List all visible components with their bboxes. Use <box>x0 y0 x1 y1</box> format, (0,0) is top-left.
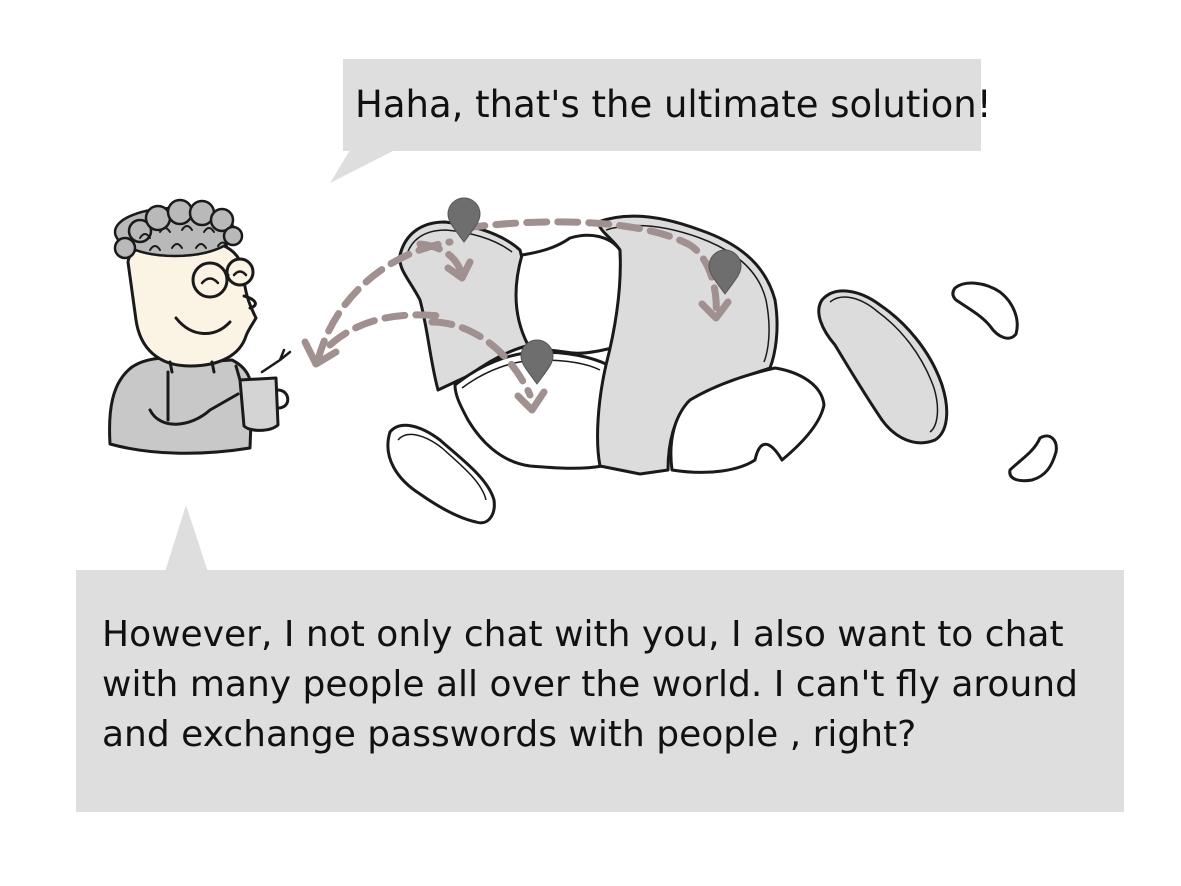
speech-text-line: with many people all over the world. I c… <box>102 664 1078 705</box>
island-south-west <box>386 423 496 525</box>
cup-icon <box>238 376 280 432</box>
top-bubble-tail <box>330 150 395 183</box>
character-body <box>108 356 254 455</box>
island-south-east <box>1008 434 1058 483</box>
bottom-bubble-tail <box>165 505 208 572</box>
island-east-large <box>817 289 949 445</box>
character <box>108 198 292 455</box>
speech-text-line: and exchange passwords with people , rig… <box>102 714 917 755</box>
island-north-east <box>951 281 1019 340</box>
speech-text-top: Haha, that's the ultimate solution! <box>355 83 992 126</box>
speech-text-line: However, I not only chat with you, I als… <box>102 614 1064 655</box>
speech-bubble-top: Haha, that's the ultimate solution! <box>343 59 992 151</box>
continent-north-central <box>514 233 623 355</box>
speech-bubble-bottom: However, I not only chat with you, I als… <box>76 570 1124 812</box>
